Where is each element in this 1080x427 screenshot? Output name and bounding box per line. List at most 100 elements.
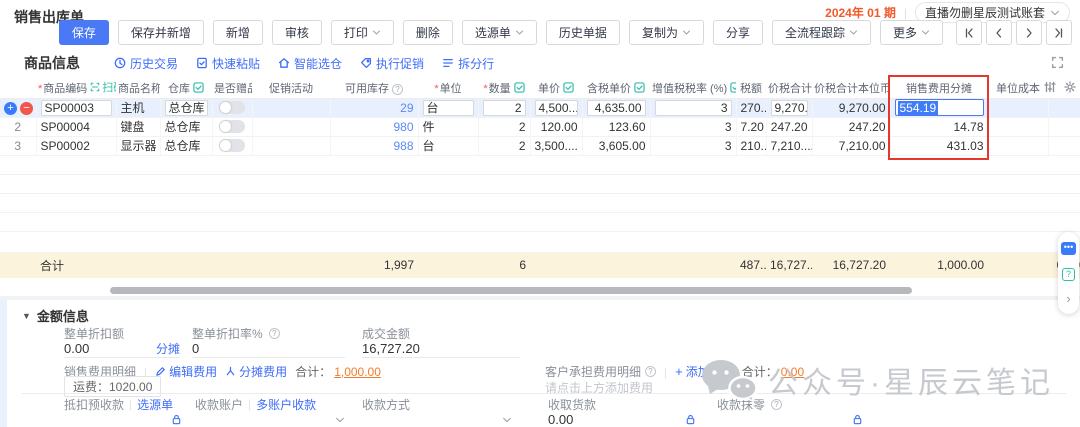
- print-button[interactable]: 打印: [331, 20, 394, 45]
- share-button[interactable]: 分享: [713, 20, 763, 45]
- checkbox-icon[interactable]: [514, 83, 525, 95]
- qty-input[interactable]: 2: [483, 100, 526, 116]
- scan-code-button[interactable]: 扫码: [90, 79, 116, 95]
- checkbox-icon[interactable]: [730, 83, 736, 95]
- multi-account-link[interactable]: 多账户收款: [256, 396, 316, 413]
- expand-arrow-icon[interactable]: ›: [1066, 294, 1070, 304]
- page-header: 销售出库单 2024年 01 期 | 直播勿删星辰测试账套 保存 保存并新增 新…: [0, 0, 1080, 48]
- unit-cell[interactable]: 件: [418, 117, 478, 136]
- tax-cell: 210....: [736, 136, 766, 155]
- full-process-trace-button[interactable]: 全流程跟踪: [772, 20, 871, 45]
- scan-icon: [90, 82, 100, 92]
- unit-input[interactable]: 台: [423, 100, 474, 116]
- save-and-new-button[interactable]: 保存并新增: [118, 20, 204, 45]
- account-set-label: 直播勿删星辰测试账套: [925, 4, 1045, 21]
- gift-toggle[interactable]: [219, 139, 245, 152]
- out-cell: [1048, 136, 1080, 155]
- warehouse-cell[interactable]: 总仓库: [160, 136, 212, 155]
- next-record-button[interactable]: [1016, 20, 1042, 45]
- total-input[interactable]: 9,270....: [771, 100, 808, 116]
- quick-paste-link[interactable]: 快速粘贴: [196, 55, 260, 72]
- select-source-order-link[interactable]: 选源单: [137, 396, 173, 413]
- help-question-icon[interactable]: ?: [1062, 268, 1075, 281]
- table-row[interactable]: 3 SP00002 显示器 总仓库 988 台 2 3,500.... 3,60…: [0, 136, 1080, 155]
- product-code-input[interactable]: SP00003: [41, 100, 112, 116]
- allocate-link[interactable]: 分摊: [156, 340, 180, 358]
- info-icon[interactable]: ?: [392, 84, 403, 95]
- price-cell[interactable]: 120.00: [530, 117, 582, 136]
- tax-price-cell[interactable]: 3,605.00: [582, 136, 650, 155]
- product-code-cell[interactable]: SP00002: [36, 136, 116, 155]
- vat-rate-input[interactable]: 3: [655, 100, 732, 116]
- info-icon[interactable]: ?: [771, 399, 782, 410]
- checkbox-icon[interactable]: [634, 83, 645, 95]
- sales-expense-total-link[interactable]: 1,000.00: [334, 365, 381, 379]
- edit-expense-link[interactable]: 编辑费用: [155, 363, 217, 380]
- qty-cell[interactable]: 2: [478, 136, 530, 155]
- scrollbar-thumb[interactable]: [110, 287, 912, 294]
- delete-button[interactable]: 删除: [403, 20, 453, 45]
- info-icon[interactable]: ?: [269, 328, 280, 339]
- total-cell[interactable]: 247.20: [766, 117, 812, 136]
- column-settings-gear-icon[interactable]: [1064, 81, 1076, 93]
- vat-rate-cell[interactable]: 3: [650, 117, 736, 136]
- audit-button[interactable]: 审核: [272, 20, 322, 45]
- price-input[interactable]: 4,500....: [535, 100, 578, 116]
- tax-price-input[interactable]: 4,635.00: [587, 100, 646, 116]
- checkbox-icon[interactable]: [563, 83, 574, 95]
- amount-section-title[interactable]: ▼ 金额信息: [22, 306, 89, 325]
- sales-expense-cell[interactable]: 431.03: [890, 136, 988, 155]
- receive-money-input[interactable]: 0.00: [548, 411, 685, 427]
- unit-cell[interactable]: 台: [418, 136, 478, 155]
- copy-as-button[interactable]: 复制为: [629, 20, 704, 45]
- tag-icon: [360, 57, 372, 69]
- allocate-expense-link[interactable]: 分摊费用: [225, 363, 287, 380]
- feedback-chat-icon[interactable]: •••: [1061, 242, 1076, 255]
- more-button[interactable]: 更多: [880, 20, 943, 45]
- run-promotion-link[interactable]: 执行促销: [360, 55, 424, 72]
- price-cell[interactable]: 3,500....: [530, 136, 582, 155]
- info-icon[interactable]: ?: [645, 366, 656, 377]
- batch-settings-icon[interactable]: [1044, 81, 1056, 93]
- select-source-button[interactable]: 选源单: [462, 20, 537, 45]
- horizontal-scrollbar[interactable]: [0, 286, 1080, 294]
- previous-record-button[interactable]: [986, 20, 1012, 45]
- table-row[interactable]: +− SP00003 主机 总仓库 29 台 2 4,500.... 4,635…: [0, 98, 1080, 117]
- home-icon: [278, 57, 290, 69]
- col-tax-price: 含税单价: [582, 78, 650, 98]
- last-record-button[interactable]: [1046, 20, 1072, 45]
- history-documents-button[interactable]: 历史单据: [546, 20, 620, 45]
- add-expense-link[interactable]: +添加费用: [675, 363, 734, 380]
- customer-expense-total-link[interactable]: 0.00: [781, 365, 804, 379]
- checkbox-icon[interactable]: [193, 83, 204, 95]
- summary-row: 合计 1,997 6 487.... 16,727... 16,727.20 1…: [0, 252, 1080, 278]
- warehouse-cell[interactable]: 总仓库: [160, 117, 212, 136]
- product-code-cell[interactable]: SP00004: [36, 117, 116, 136]
- table-row[interactable]: 2 SP00004 键盘 总仓库 980 件 2 120.00 123.60 3…: [0, 117, 1080, 136]
- vat-rate-cell[interactable]: 3: [650, 136, 736, 155]
- save-button[interactable]: 保存: [59, 20, 109, 45]
- customer-expense-detail: 客户承担费用明细 ? | +添加费用 合计： 0.00: [545, 363, 804, 380]
- split-row-link[interactable]: 拆分行: [442, 55, 494, 72]
- qty-cell[interactable]: 2: [478, 117, 530, 136]
- gift-toggle[interactable]: [219, 120, 245, 133]
- first-record-button[interactable]: [956, 20, 982, 45]
- lock-icon: [685, 414, 696, 425]
- discount-rate-input[interactable]: 0: [192, 340, 345, 358]
- add-row-icon[interactable]: +: [4, 102, 17, 115]
- discount-amount-input[interactable]: 0.00: [64, 340, 156, 358]
- warehouse-input[interactable]: 总仓库: [165, 100, 208, 116]
- col-is-gift: 是否赠品: [212, 78, 252, 98]
- sales-expense-input[interactable]: 554.19: [895, 99, 984, 116]
- sales-expense-cell[interactable]: 14.78: [890, 117, 988, 136]
- fullscreen-icon[interactable]: [1051, 56, 1064, 74]
- smart-warehouse-link[interactable]: 智能选仓: [278, 55, 342, 72]
- history-trade-link[interactable]: 历史交易: [114, 55, 178, 72]
- delete-row-icon[interactable]: −: [20, 102, 33, 115]
- receive-method-field: 收款方式: [362, 397, 512, 427]
- tax-price-cell[interactable]: 123.60: [582, 117, 650, 136]
- total-cell[interactable]: 7,210....: [766, 136, 812, 155]
- gift-toggle[interactable]: [219, 101, 245, 114]
- lock-icon: [171, 414, 182, 425]
- new-button[interactable]: 新增: [213, 20, 263, 45]
